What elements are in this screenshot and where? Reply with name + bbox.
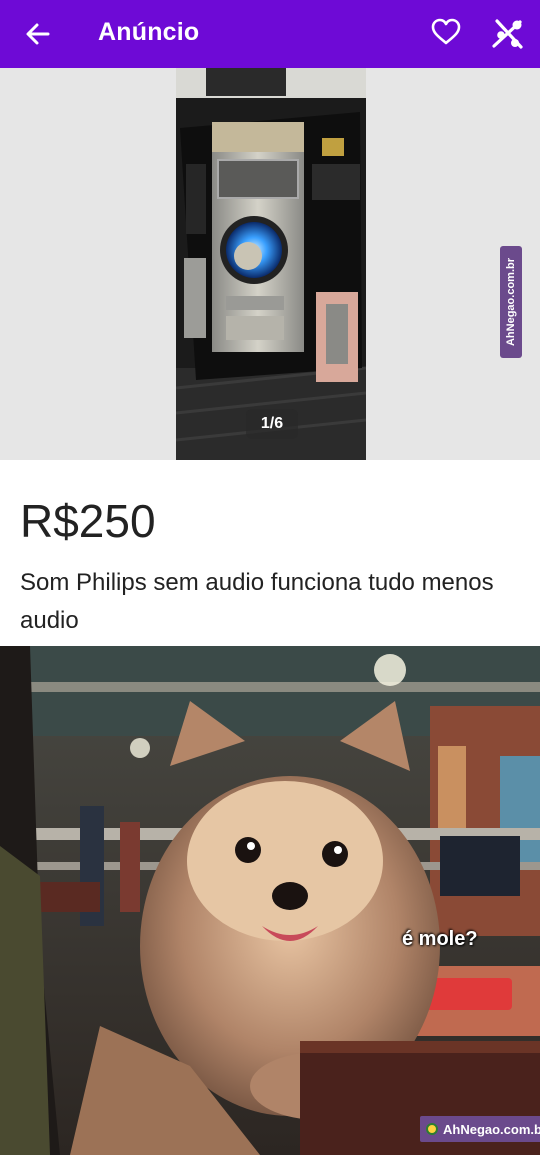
meme-caption: é mole? <box>402 928 478 950</box>
product-photo[interactable]: 1/6 <box>176 68 366 460</box>
app-header: Anúncio <box>0 0 540 68</box>
watermark-bottom: AhNegao.com.br <box>420 1116 540 1142</box>
image-gallery[interactable]: 1/6 AhNegao.com.br <box>0 68 540 460</box>
heart-outline-icon <box>431 18 461 45</box>
meme-photo: é mole? AhNegao.com.br <box>0 646 540 1155</box>
page-title: Anúncio <box>98 18 200 46</box>
ad-description: Som Philips sem audio funciona tudo meno… <box>20 569 494 634</box>
watermark-side: AhNegao.com.br <box>500 246 522 358</box>
share-button[interactable] <box>486 12 530 56</box>
back-button[interactable] <box>18 14 58 54</box>
watermark-bottom-text: AhNegao.com.br <box>443 1121 540 1137</box>
photo-counter: 1/6 <box>246 409 298 439</box>
share-icon <box>492 19 523 49</box>
dog-restaurant-image <box>0 646 540 1155</box>
arrow-left-icon <box>26 23 50 45</box>
favorite-button[interactable] <box>426 12 466 52</box>
ad-info: R$250 Som Philips sem audio funciona tud… <box>0 460 540 646</box>
ad-price: R$250 <box>20 495 156 547</box>
watermark-logo-icon <box>426 1123 438 1135</box>
stereo-system-image <box>176 68 366 460</box>
watermark-side-text: AhNegao.com.br <box>505 257 517 347</box>
